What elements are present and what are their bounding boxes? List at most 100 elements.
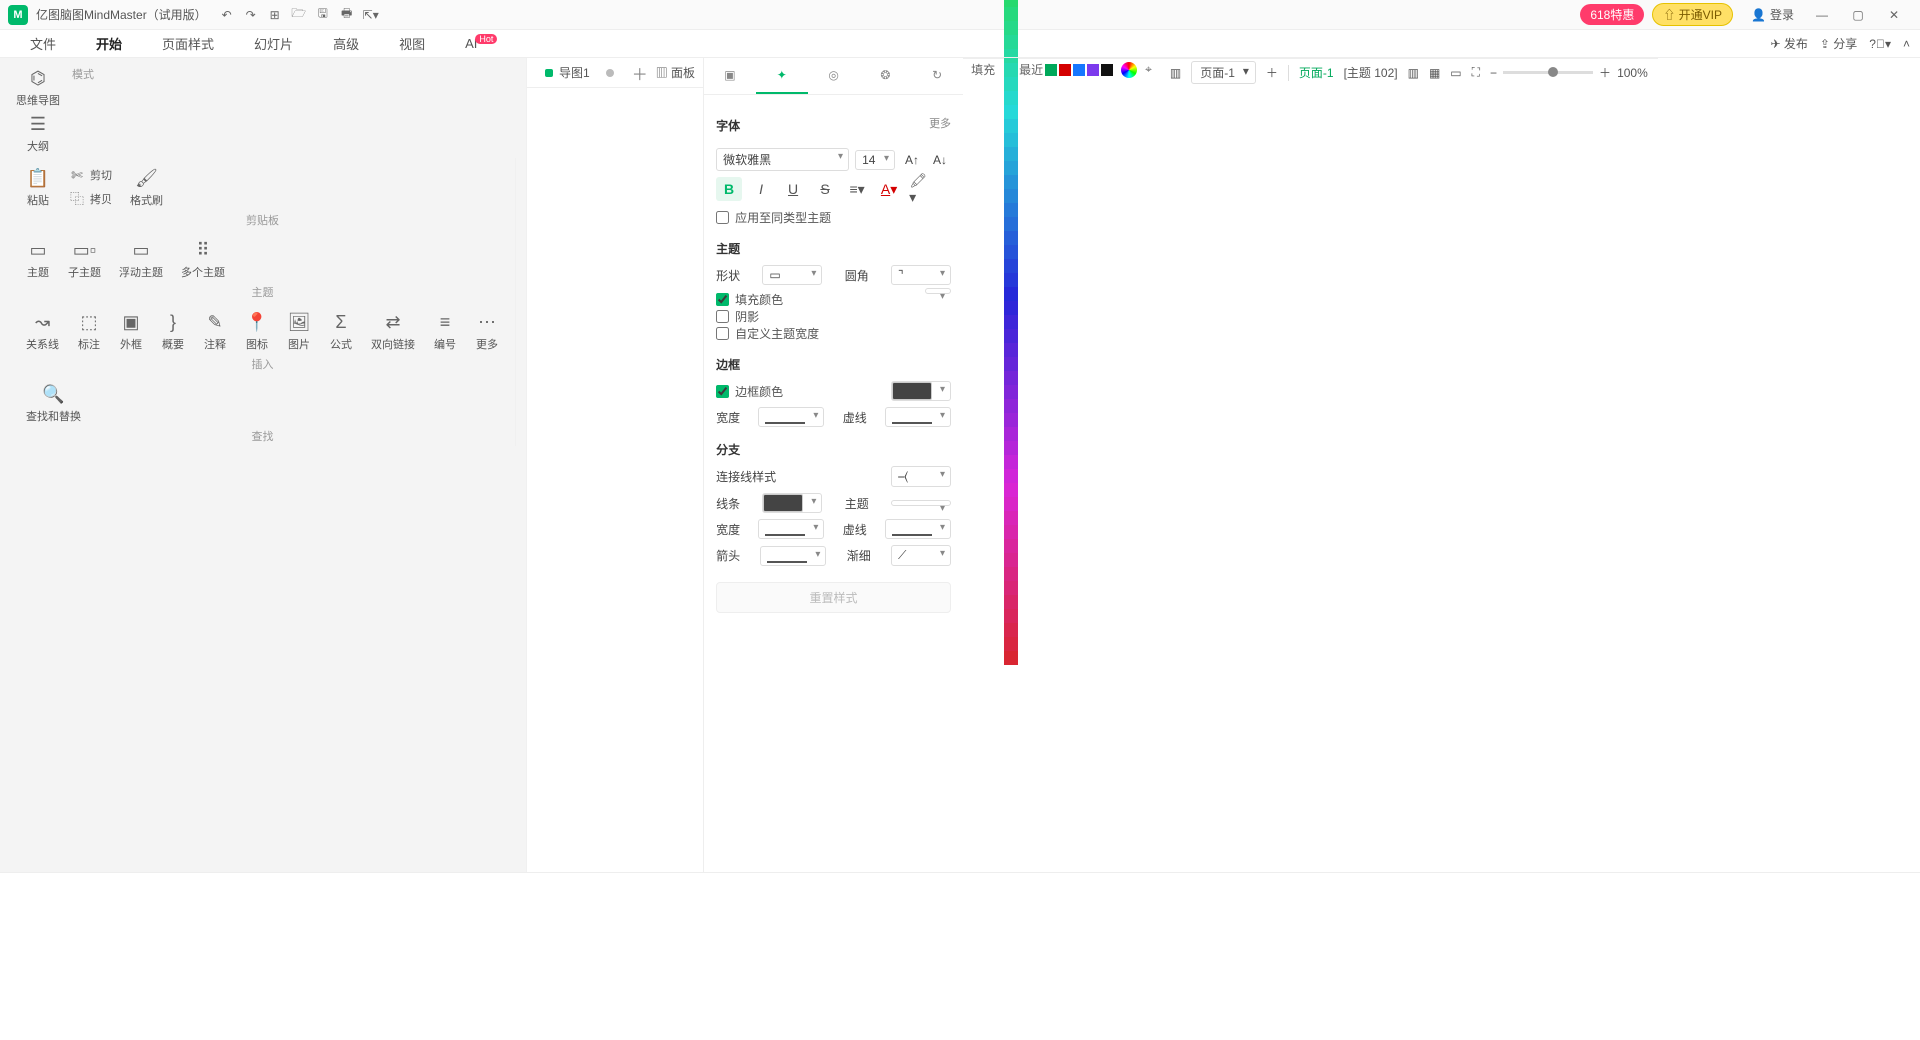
login-button[interactable]: 👤 登录 [1741, 4, 1804, 25]
collapse-ribbon-icon[interactable]: ˄ [1903, 37, 1910, 51]
add-page-button[interactable]: ＋ [1266, 64, 1278, 81]
promo-pill[interactable]: 618特惠 [1580, 4, 1644, 25]
status-fullscreen-icon[interactable]: ⛶ [1472, 65, 1480, 80]
recent-swatch[interactable] [1087, 64, 1099, 76]
font-color-button[interactable]: A▾ [876, 177, 902, 201]
color-swatch[interactable] [1004, 161, 1018, 175]
border-width-dropdown[interactable] [758, 407, 824, 427]
border-dash-dropdown[interactable] [885, 407, 951, 427]
share-button[interactable]: ⇪ 分享 [1820, 35, 1857, 52]
fill-color-dropdown[interactable] [925, 288, 951, 294]
subtopic-button[interactable]: ▭▫子主题 [62, 236, 107, 282]
more-insert-button[interactable]: ⋯更多 [469, 308, 505, 354]
fill-color-checkbox[interactable]: 填充颜色 [716, 291, 951, 308]
menu-pagestyle[interactable]: 页面样式 [156, 30, 220, 57]
color-swatch[interactable] [1004, 301, 1018, 315]
corner-dropdown[interactable]: ⌝ [891, 265, 951, 285]
color-swatch[interactable] [1004, 651, 1018, 665]
relation-button[interactable]: ↝关系线 [20, 308, 65, 354]
summary-button[interactable]: }概要 [155, 308, 191, 354]
print-icon[interactable]: 🖶 [339, 7, 355, 23]
color-swatch[interactable] [1004, 539, 1018, 553]
font-family-dropdown[interactable]: 微软雅黑 [716, 148, 849, 171]
color-swatch[interactable] [1004, 217, 1018, 231]
shape-dropdown[interactable]: ▭ [762, 265, 822, 285]
branch-width-dropdown[interactable] [758, 519, 824, 539]
color-swatch[interactable] [1004, 91, 1018, 105]
menu-ai[interactable]: AIHot [459, 32, 505, 55]
color-swatch[interactable] [1004, 567, 1018, 581]
branch-dash-dropdown[interactable] [885, 519, 951, 539]
color-swatch[interactable] [1004, 105, 1018, 119]
new-icon[interactable]: ⊞ [267, 7, 283, 23]
color-swatch[interactable] [1004, 497, 1018, 511]
color-swatch[interactable] [1004, 413, 1018, 427]
font-more-link[interactable]: 更多 [929, 115, 951, 131]
copy-button[interactable]: ⿻拷贝 [62, 188, 118, 210]
page-name[interactable]: 页面-1 [1299, 64, 1334, 81]
boundary-button[interactable]: ▣外框 [113, 308, 149, 354]
save-icon[interactable]: 🖫 [315, 7, 331, 23]
export-icon[interactable]: ⇱▾ [363, 7, 379, 23]
color-swatch[interactable] [1004, 147, 1018, 161]
border-color-dropdown[interactable] [891, 381, 951, 401]
custom-width-checkbox[interactable]: 自定义主题宽度 [716, 325, 951, 342]
format-painter-button[interactable]: 🖌格式刷 [124, 164, 169, 210]
apply-same-type-checkbox[interactable]: 应用至同类型主题 [716, 209, 951, 226]
color-swatch[interactable] [1004, 469, 1018, 483]
font-decrease-icon[interactable]: A↓ [929, 149, 951, 171]
color-swatch[interactable] [1004, 371, 1018, 385]
publish-button[interactable]: ✈ 发布 [1770, 35, 1807, 52]
color-swatch[interactable] [1004, 455, 1018, 469]
color-swatch[interactable] [1004, 357, 1018, 371]
connector-style-dropdown[interactable]: ⎯⟨ [891, 466, 951, 487]
color-swatch[interactable] [1004, 441, 1018, 455]
recent-swatch[interactable] [1045, 64, 1057, 76]
image-button[interactable]: 🖼图片 [281, 308, 317, 354]
bold-button[interactable]: B [716, 177, 742, 201]
status-layout-icon[interactable]: ▥ [1408, 66, 1419, 80]
numbering-button[interactable]: ≡编号 [427, 308, 463, 354]
panel-tab-page[interactable]: ▣ [704, 58, 756, 94]
paste-button[interactable]: 📋粘贴 [20, 164, 56, 210]
iconlib-button[interactable]: 📍图标 [239, 308, 275, 354]
underline-button[interactable]: U [780, 177, 806, 201]
color-swatch[interactable] [1004, 329, 1018, 343]
menu-view[interactable]: 视图 [393, 30, 431, 57]
close-icon[interactable]: ✕ [1876, 3, 1912, 27]
line-color-dropdown[interactable] [762, 493, 822, 513]
menu-slideshow[interactable]: 幻灯片 [248, 30, 299, 57]
color-swatch[interactable] [1004, 231, 1018, 245]
align-button[interactable]: ≡▾ [844, 177, 870, 201]
minimize-icon[interactable]: — [1804, 3, 1840, 27]
color-swatch[interactable] [1004, 175, 1018, 189]
add-tab-button[interactable]: ＋ [624, 61, 656, 85]
formula-button[interactable]: Σ公式 [323, 308, 359, 354]
color-swatch[interactable] [1004, 7, 1018, 21]
zoom-slider[interactable]: − ＋ 100% [1490, 64, 1648, 81]
help-icon[interactable]: ?⃝▾ [1869, 37, 1891, 51]
color-swatch[interactable] [1004, 553, 1018, 567]
color-swatch[interactable] [1004, 63, 1018, 77]
color-swatch[interactable] [1004, 511, 1018, 525]
open-icon[interactable]: 🗁 [291, 7, 307, 23]
color-swatch[interactable] [1004, 609, 1018, 623]
color-swatch[interactable] [1004, 623, 1018, 637]
italic-button[interactable]: I [748, 177, 774, 201]
recent-swatch[interactable] [1101, 64, 1113, 76]
menu-file[interactable]: 文件 [24, 30, 62, 57]
branch-topic-dropdown[interactable] [891, 500, 951, 506]
pages-panel-icon[interactable]: ▥ [1170, 66, 1181, 80]
strike-button[interactable]: S [812, 177, 838, 201]
color-swatch[interactable] [1004, 385, 1018, 399]
color-swatch[interactable] [1004, 525, 1018, 539]
color-swatch[interactable] [1004, 427, 1018, 441]
color-swatch[interactable] [1004, 595, 1018, 609]
status-fit-icon[interactable]: ▭ [1450, 66, 1461, 80]
callout-button[interactable]: ⬚标注 [71, 308, 107, 354]
status-grid-icon[interactable]: ▦ [1429, 66, 1440, 80]
color-swatch[interactable] [1004, 133, 1018, 147]
topic-button[interactable]: ▭主题 [20, 236, 56, 282]
eyedropper-icon[interactable]: ⌖ [1145, 62, 1152, 77]
color-swatch[interactable] [1004, 189, 1018, 203]
